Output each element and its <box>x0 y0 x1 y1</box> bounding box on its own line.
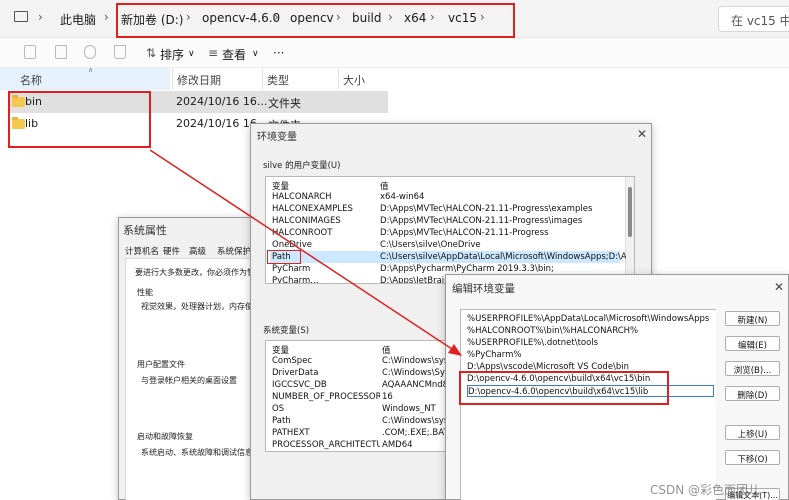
chevron-right-icon: › <box>480 10 485 24</box>
path-entry[interactable]: %USERPROFILE%\.dotnet\tools <box>467 337 656 349</box>
share-icon[interactable] <box>84 45 96 59</box>
admin-note: 要进行大多数更改，你必须作为管 <box>135 268 255 277</box>
breadcrumb-vc15[interactable]: vc15 <box>448 11 477 25</box>
user-variables-list[interactable]: 变量值 HALCONARCH x64-win64 HALCONEXAMPLES D:… <box>265 176 635 284</box>
tab-advanced[interactable]: 高级 <box>189 245 206 257</box>
chevron-right-icon: › <box>274 10 279 24</box>
column-header-name[interactable]: 名称 <box>0 68 170 90</box>
column-header-size[interactable]: 大小 <box>338 68 388 90</box>
close-icon[interactable]: ✕ <box>637 127 647 141</box>
paste-icon[interactable] <box>55 45 67 59</box>
chevron-down-icon: ∨ <box>188 49 195 59</box>
chevron-down-icon: ∨ <box>252 49 259 59</box>
delete-button[interactable]: 删除(D) <box>725 386 780 401</box>
startup-recovery-label: 启动和故障恢复 <box>137 432 193 441</box>
scrollbar[interactable] <box>625 177 634 283</box>
user-profiles-text: 与登录帐户相关的桌面设置 <box>141 376 237 385</box>
breadcrumb-this-pc[interactable]: 此电脑 <box>60 11 96 28</box>
user-var-row[interactable]: HALCONROOT D:\Apps\MVTec\HALCON-21.11-Pro… <box>270 227 620 239</box>
tab-computer-name[interactable]: 计算机名 <box>125 245 159 257</box>
more-button[interactable]: ··· <box>273 46 284 60</box>
sort-icon: ⇅ <box>146 46 157 60</box>
path-entry-opencv-bin[interactable]: D:\opencv-4.6.0\opencv\build\x64\vc15\bi… <box>467 373 656 385</box>
path-entry[interactable]: D:\Apps\vscode\Microsoft VS Code\bin <box>467 361 656 373</box>
breadcrumb-drive[interactable]: 新加卷 (D:) <box>121 11 183 28</box>
list-header: 变量值 <box>272 182 389 192</box>
chevron-right-icon: › <box>104 10 109 24</box>
column-header-type[interactable]: 类型 <box>262 68 338 90</box>
sort-up-icon: ∧ <box>88 66 94 74</box>
file-name: lib <box>25 117 39 130</box>
user-variables-group-label: silve 的用户变量(U) <box>263 161 341 171</box>
watermark: CSDN @彩色面团儿 <box>650 483 761 497</box>
move-down-button[interactable]: 下移(O) <box>725 450 780 465</box>
search-input[interactable]: 在 vc15 中搜 <box>718 6 789 32</box>
breadcrumb-opencv[interactable]: opencv <box>290 11 334 25</box>
breadcrumb-x64[interactable]: x64 <box>404 11 426 25</box>
tab-system-protection[interactable]: 系统保护 <box>217 245 251 257</box>
folder-icon <box>12 95 25 107</box>
view-button[interactable]: 查看 <box>222 46 246 63</box>
chevron-right-icon: › <box>38 10 43 24</box>
monitor-icon <box>14 11 28 22</box>
dialog-title: 编辑环境变量 <box>452 283 515 295</box>
dialog-title: 系统属性 <box>123 224 167 237</box>
chevron-right-icon: › <box>430 10 435 24</box>
edit-button[interactable]: 编辑(E) <box>725 336 780 351</box>
folder-icon <box>12 117 25 129</box>
copy-icon[interactable] <box>24 45 36 59</box>
path-entry[interactable]: %PyCharm% <box>467 349 656 361</box>
performance-label: 性能 <box>137 288 153 297</box>
chevron-right-icon: › <box>336 10 341 24</box>
performance-text: 视觉效果，处理器计划，内存使用 <box>141 302 261 311</box>
breadcrumb-opencv-version[interactable]: opencv-4.6.0 <box>202 11 280 25</box>
delete-icon[interactable] <box>114 45 126 59</box>
dialog-title: 环境变量 <box>257 132 297 143</box>
path-entry[interactable]: %HALCONROOT%\bin\%HALCONARCH% <box>467 325 656 337</box>
sort-button[interactable]: 排序 <box>160 46 184 63</box>
address-bar <box>0 0 789 38</box>
close-icon[interactable]: ✕ <box>774 280 784 294</box>
user-var-row[interactable]: OneDrive C:\Users\silve\OneDrive <box>270 239 620 251</box>
browse-button[interactable]: 浏览(B)... <box>725 361 780 376</box>
view-icon: ≡ <box>208 46 219 60</box>
path-entry[interactable]: %USERPROFILE%\AppData\Local\Microsoft\Wi… <box>467 313 709 325</box>
user-var-row[interactable]: HALCONEXAMPLES D:\Apps\MVTec\HALCON-21.11… <box>270 203 620 215</box>
path-entries-list[interactable]: %USERPROFILE%\AppData\Local\Microsoft\Wi… <box>460 309 716 500</box>
file-name: bin <box>25 95 43 108</box>
move-up-button[interactable]: 上移(U) <box>725 425 780 440</box>
user-var-row-path-selected[interactable]: Path C:\Users\silve\AppData\Local\Microso… <box>270 251 626 263</box>
chevron-right-icon: › <box>186 10 191 24</box>
column-header-date[interactable]: 修改日期 <box>172 68 262 90</box>
chevron-right-icon: › <box>388 10 393 24</box>
tab-hardware[interactable]: 硬件 <box>163 245 180 257</box>
startup-recovery-text: 系统启动、系统故障和调试信息 <box>141 448 253 457</box>
file-type: 文件夹 <box>268 97 301 110</box>
scrollbar-thumb[interactable] <box>628 187 632 237</box>
breadcrumb-build[interactable]: build <box>352 11 382 25</box>
edit-environment-variable-dialog: 编辑环境变量 ✕ %USERPROFILE%\AppData\Local\Mic… <box>445 274 789 500</box>
user-var-row[interactable]: HALCONARCH x64-win64 <box>270 191 620 203</box>
system-variables-group-label: 系统变量(S) <box>263 326 310 336</box>
user-profiles-label: 用户配置文件 <box>137 360 185 369</box>
user-var-row[interactable]: HALCONIMAGES D:\Apps\MVTec\HALCON-21.11-P… <box>270 215 620 227</box>
file-date: 2024/10/16 16... <box>176 95 268 108</box>
new-button[interactable]: 新建(N) <box>725 311 780 326</box>
file-row[interactable]: bin 2024/10/16 16... 文件夹 <box>8 91 388 113</box>
path-entry-opencv-lib[interactable]: D:\opencv-4.6.0\opencv\build\x64\vc15\li… <box>467 385 714 397</box>
